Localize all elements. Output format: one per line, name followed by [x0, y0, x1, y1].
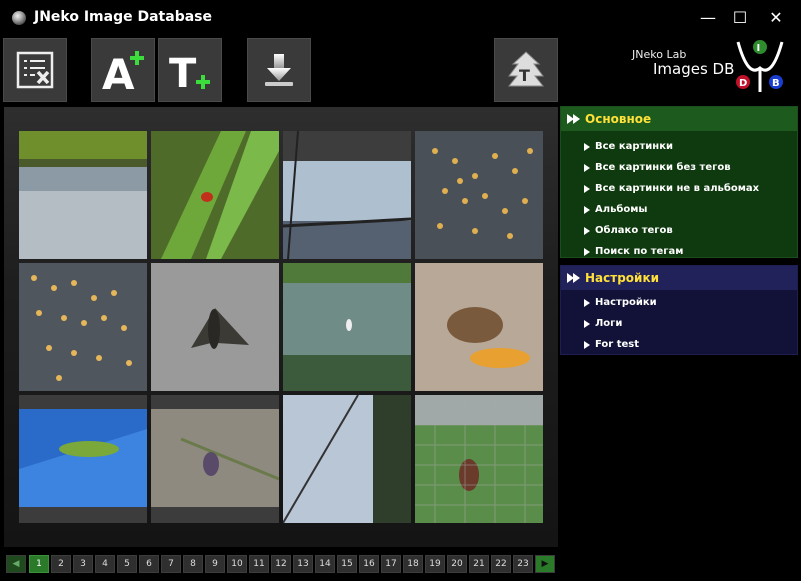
sidebar-item-tag-search[interactable]: Поиск по тегам: [561, 241, 797, 262]
sidebar-item-all-images[interactable]: Все картинки: [561, 136, 797, 157]
letter-t-plus-icon: T: [169, 51, 210, 95]
svg-text:T: T: [519, 66, 530, 85]
sidebar-main-header[interactable]: Основное: [561, 107, 797, 131]
list-delete-icon: [16, 51, 54, 89]
thumb-bug-net[interactable]: [415, 395, 543, 523]
page-button[interactable]: 23: [513, 555, 533, 573]
page-button[interactable]: 7: [161, 555, 181, 573]
title-bar: JNeko Image Database — ☐ ✕: [0, 0, 801, 36]
close-button[interactable]: ✕: [762, 6, 790, 30]
thumb-sky-wires-2[interactable]: [283, 395, 411, 523]
page-button[interactable]: 18: [403, 555, 423, 573]
thumb-ladybug-leaf[interactable]: [151, 131, 279, 259]
thumb-insect-swarm-1[interactable]: [415, 131, 543, 259]
page-button[interactable]: 9: [205, 555, 225, 573]
sidebar-item-not-in-albums[interactable]: Все картинки не в альбомах: [561, 178, 797, 199]
page-button[interactable]: 22: [491, 555, 511, 573]
sidebar-settings-panel: Настройки Настройки Логи For test: [560, 265, 798, 355]
sidebar-item-for-test[interactable]: For test: [561, 334, 797, 355]
page-button[interactable]: 4: [95, 555, 115, 573]
logo-line2: Images DB: [653, 60, 735, 78]
app-icon: [12, 11, 26, 25]
sidebar-settings-title: Настройки: [585, 271, 660, 285]
page-button[interactable]: 3: [73, 555, 93, 573]
thumb-pond-bird[interactable]: [283, 263, 411, 391]
page-button[interactable]: 16: [359, 555, 379, 573]
page-button[interactable]: 21: [469, 555, 489, 573]
prev-page-button[interactable]: ◀: [6, 555, 26, 573]
sidebar-item-settings[interactable]: Настройки: [561, 292, 797, 313]
download-arrow-icon: [265, 54, 293, 86]
page-button[interactable]: 14: [315, 555, 335, 573]
image-gallery[interactable]: [4, 107, 558, 547]
add-tag-button[interactable]: T: [158, 38, 222, 102]
svg-text:I: I: [757, 43, 761, 54]
sidebar-item-logs[interactable]: Логи: [561, 313, 797, 334]
svg-text:B: B: [772, 78, 780, 89]
thumb-bug-ground[interactable]: [151, 395, 279, 523]
tag-tree-button[interactable]: T: [494, 38, 558, 102]
next-page-button[interactable]: ▶: [535, 555, 555, 573]
page-button[interactable]: 8: [183, 555, 203, 573]
page-button[interactable]: 11: [249, 555, 269, 573]
page-button[interactable]: 2: [51, 555, 71, 573]
thumb-mouse[interactable]: [415, 263, 543, 391]
letter-a-plus-icon: A: [102, 50, 144, 95]
sidebar-item-untagged[interactable]: Все картинки без тегов: [561, 157, 797, 178]
sidebar-item-tag-cloud[interactable]: Облако тегов: [561, 220, 797, 241]
double-arrow-icon: [567, 273, 580, 283]
page-button[interactable]: 5: [117, 555, 137, 573]
tree-t-icon: T: [507, 51, 545, 87]
add-album-button[interactable]: A: [91, 38, 155, 102]
thumb-insect-swarm-2[interactable]: [19, 263, 147, 391]
window-title: JNeko Image Database: [34, 9, 212, 25]
sidebar-settings-header[interactable]: Настройки: [561, 266, 797, 290]
page-button[interactable]: 20: [447, 555, 467, 573]
page-button[interactable]: 19: [425, 555, 445, 573]
page-button[interactable]: 12: [271, 555, 291, 573]
page-button[interactable]: 15: [337, 555, 357, 573]
page-button[interactable]: 17: [381, 555, 401, 573]
thumb-grasshopper[interactable]: [19, 395, 147, 523]
logo-mark-icon: I D B: [736, 40, 784, 92]
maximize-button[interactable]: ☐: [726, 6, 754, 30]
page-button[interactable]: 10: [227, 555, 247, 573]
svg-text:D: D: [739, 78, 747, 89]
svg-text:T: T: [169, 51, 197, 95]
minimize-button[interactable]: —: [694, 6, 722, 30]
thumb-pond-reflection[interactable]: [19, 131, 147, 259]
thumb-moth[interactable]: [151, 263, 279, 391]
import-button[interactable]: [247, 38, 311, 102]
page-button[interactable]: 6: [139, 555, 159, 573]
thumb-sky-wires[interactable]: [283, 131, 411, 259]
page-button[interactable]: 13: [293, 555, 313, 573]
app-logo: JNeko Lab Images DB I D B: [620, 38, 790, 96]
sidebar-item-albums[interactable]: Альбомы: [561, 199, 797, 220]
page-button[interactable]: 1: [29, 555, 49, 573]
double-arrow-icon: [567, 114, 580, 124]
sidebar-main-title: Основное: [585, 112, 652, 126]
sidebar-main-panel: Основное Все картинки Все картинки без т…: [560, 106, 798, 258]
clear-selection-button[interactable]: [3, 38, 67, 102]
